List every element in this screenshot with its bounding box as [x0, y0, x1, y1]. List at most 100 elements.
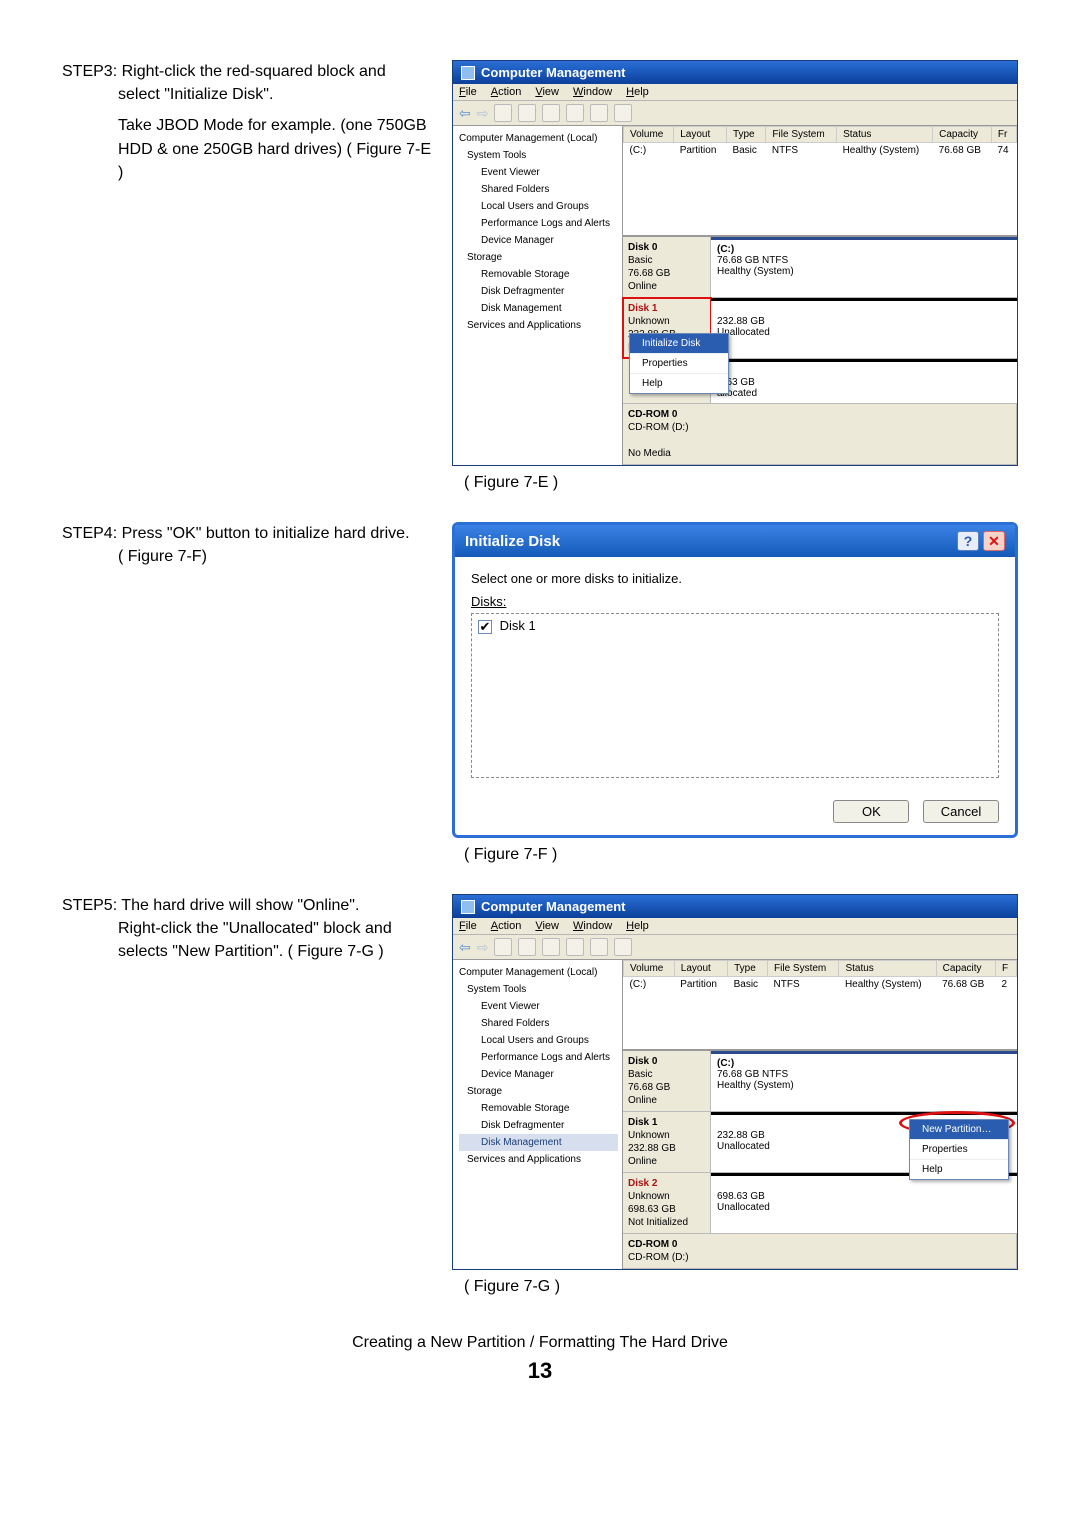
ctx-properties[interactable]: Properties — [630, 354, 728, 374]
ctx-help[interactable]: Help — [630, 374, 728, 393]
nav-tree[interactable]: Computer Management (Local) System Tools… — [453, 126, 623, 465]
col-vol[interactable]: Volume — [624, 961, 675, 977]
col-layout[interactable]: Layout — [674, 127, 727, 143]
menu-window[interactable]: Window — [573, 920, 612, 932]
disk-1-partition[interactable]: 232.88 GB Unallocated — [711, 298, 1017, 358]
disk-checklist[interactable]: ✔ Disk 1 — [471, 613, 999, 778]
computer-management-window-g: Computer Management File Action View Win… — [452, 894, 1018, 1270]
cancel-button[interactable]: Cancel — [923, 800, 999, 823]
toolbar-button[interactable] — [518, 938, 536, 956]
forward-icon[interactable]: ⇨ — [477, 939, 489, 956]
tree-item[interactable]: Device Manager — [459, 232, 618, 249]
tree-item[interactable]: Local Users and Groups — [459, 198, 618, 215]
disk-1-checkbox-row[interactable]: ✔ Disk 1 — [478, 618, 992, 634]
back-icon[interactable]: ⇦ — [459, 105, 471, 122]
col-capacity[interactable]: Capacity — [936, 961, 995, 977]
tree-item[interactable]: Event Viewer — [459, 164, 618, 181]
titlebar[interactable]: Computer Management — [453, 895, 1017, 918]
cdrom-label[interactable]: CD-ROM 0 CD-ROM (D:) — [623, 1234, 1017, 1268]
ctx-properties[interactable]: Properties — [910, 1140, 1008, 1160]
dialog-titlebar[interactable]: Initialize Disk ? ✕ — [455, 525, 1015, 557]
col-status[interactable]: Status — [839, 961, 936, 977]
tree-item[interactable]: Removable Storage — [459, 266, 618, 283]
toolbar-button[interactable] — [566, 104, 584, 122]
tree-root[interactable]: Computer Management (Local) — [459, 964, 618, 981]
table-row[interactable]: (C:) Partition Basic NTFS Healthy (Syste… — [624, 143, 1017, 159]
forward-icon[interactable]: ⇨ — [477, 105, 489, 122]
window-icon — [461, 900, 475, 914]
toolbar-button[interactable] — [614, 938, 632, 956]
menu-action[interactable]: Action — [491, 920, 522, 932]
disk-0-label[interactable]: Disk 0 Basic 76.68 GB Online — [623, 1051, 711, 1111]
ok-button[interactable]: OK — [833, 800, 909, 823]
toolbar-button[interactable] — [590, 938, 608, 956]
col-type[interactable]: Type — [726, 127, 765, 143]
ctx-initialize-disk[interactable]: Initialize Disk — [630, 334, 728, 354]
tree-item[interactable]: Disk Defragmenter — [459, 283, 618, 300]
tree-storage[interactable]: Storage — [459, 1083, 618, 1100]
menu-view[interactable]: View — [535, 920, 559, 932]
toolbar-button[interactable] — [614, 104, 632, 122]
tree-item[interactable]: Performance Logs and Alerts — [459, 215, 618, 232]
menu-file[interactable]: File — [459, 86, 477, 98]
tree-disk-management[interactable]: Disk Management — [459, 300, 618, 317]
toolbar-button[interactable] — [542, 104, 560, 122]
col-type[interactable]: Type — [728, 961, 768, 977]
tree-item[interactable]: Local Users and Groups — [459, 1032, 618, 1049]
tree-storage[interactable]: Storage — [459, 249, 618, 266]
close-icon[interactable]: ✕ — [983, 531, 1005, 551]
back-icon[interactable]: ⇦ — [459, 939, 471, 956]
toolbar-button[interactable] — [590, 104, 608, 122]
tree-item[interactable]: Event Viewer — [459, 998, 618, 1015]
cdrom-label[interactable]: CD-ROM 0 CD-ROM (D:) No Media — [623, 404, 1017, 464]
toolbar-button[interactable] — [494, 938, 512, 956]
context-menu-e[interactable]: Initialize Disk Properties Help — [629, 333, 729, 394]
tree-item[interactable]: Disk Defragmenter — [459, 1117, 618, 1134]
disk-0-partition[interactable]: (C:) 76.68 GB NTFS Healthy (System) — [711, 237, 1017, 297]
toolbar-button[interactable] — [518, 104, 536, 122]
col-free[interactable]: Fr — [991, 127, 1016, 143]
menu-view[interactable]: View — [535, 86, 559, 98]
menu-help[interactable]: Help — [626, 86, 649, 98]
tree-item[interactable]: Device Manager — [459, 1066, 618, 1083]
disk-0-label[interactable]: Disk 0 Basic 76.68 GB Online — [623, 237, 711, 297]
titlebar[interactable]: Computer Management — [453, 61, 1017, 84]
menu-file[interactable]: File — [459, 920, 477, 932]
ctx-new-partition[interactable]: New Partition… — [910, 1120, 1008, 1140]
tree-item[interactable]: Performance Logs and Alerts — [459, 1049, 618, 1066]
ctx-help[interactable]: Help — [910, 1160, 1008, 1179]
disk-2-label[interactable]: Disk 2 Unknown 698.63 GB Not Initialized — [623, 1173, 711, 1233]
tree-disk-management[interactable]: Disk Management — [459, 1134, 618, 1151]
col-vol[interactable]: Volume — [624, 127, 674, 143]
table-row[interactable]: (C:) Partition Basic NTFS Healthy (Syste… — [624, 977, 1017, 993]
disk-1-label[interactable]: Disk 1 Unknown 232.88 GB Online — [623, 1112, 711, 1172]
col-fs[interactable]: File System — [768, 961, 839, 977]
col-layout[interactable]: Layout — [674, 961, 727, 977]
tree-services[interactable]: Services and Applications — [459, 317, 618, 334]
toolbar-button[interactable] — [542, 938, 560, 956]
nav-tree[interactable]: Computer Management (Local) System Tools… — [453, 960, 623, 1269]
menu-help[interactable]: Help — [626, 920, 649, 932]
tree-item[interactable]: Removable Storage — [459, 1100, 618, 1117]
col-free[interactable]: F — [996, 961, 1017, 977]
checkbox-icon[interactable]: ✔ — [478, 620, 492, 634]
disk-1-partition[interactable]: 232.88 GB Unallocated New Partition… Pro… — [711, 1112, 1017, 1172]
tree-system-tools[interactable]: System Tools — [459, 147, 618, 164]
tree-item[interactable]: Shared Folders — [459, 1015, 618, 1032]
menu-action[interactable]: Action — [491, 86, 522, 98]
help-icon[interactable]: ? — [957, 531, 979, 551]
disk-0-partition[interactable]: (C:) 76.68 GB NTFS Healthy (System) — [711, 1051, 1017, 1111]
disk-2-partition[interactable]: 698.63 GB Unallocated — [711, 1173, 1017, 1233]
tree-item[interactable]: Shared Folders — [459, 181, 618, 198]
col-capacity[interactable]: Capacity — [933, 127, 992, 143]
col-status[interactable]: Status — [837, 127, 933, 143]
tree-services[interactable]: Services and Applications — [459, 1151, 618, 1168]
tree-system-tools[interactable]: System Tools — [459, 981, 618, 998]
disk-2-partition[interactable]: B.63 GB allocated — [711, 359, 1017, 403]
menu-window[interactable]: Window — [573, 86, 612, 98]
toolbar-button[interactable] — [566, 938, 584, 956]
toolbar-button[interactable] — [494, 104, 512, 122]
tree-root[interactable]: Computer Management (Local) — [459, 130, 618, 147]
context-menu-g[interactable]: New Partition… Properties Help — [909, 1119, 1009, 1180]
col-fs[interactable]: File System — [766, 127, 837, 143]
